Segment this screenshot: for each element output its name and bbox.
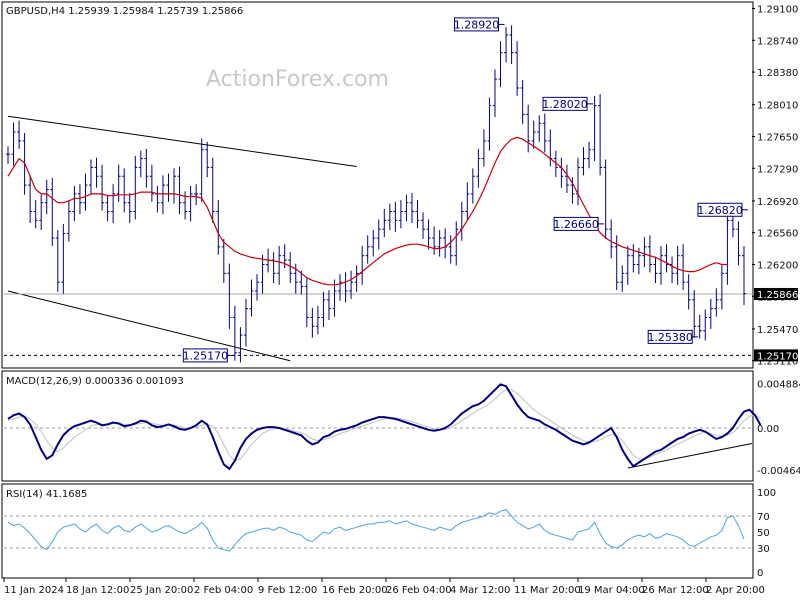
- x-tick-label: 18 Jan 12:00: [66, 585, 129, 596]
- support-price-label: 1.25170: [757, 351, 798, 362]
- y-tick-label: 1.29100: [757, 5, 798, 16]
- price-marker-label: 1.26820: [697, 204, 743, 217]
- x-tick-label: 16 Feb 20:00: [322, 585, 388, 596]
- rsi-tick-label: 0: [757, 568, 763, 579]
- price-marker-label: 1.28020: [542, 98, 588, 111]
- chart-root: ActionForex.com GBPUSD,H4 1.25939 1.2598…: [1, 1, 800, 596]
- x-tick-label: 26 Mar 12:00: [642, 585, 709, 596]
- rsi-tick-label: 100: [757, 488, 776, 499]
- x-tick-label: 25 Jan 20:00: [130, 585, 193, 596]
- price-marker-label: 1.25170: [183, 349, 229, 362]
- y-tick-label: 1.25470: [757, 325, 798, 336]
- main-panel-frame: [1, 1, 754, 369]
- rsi-tick-label: 50: [757, 528, 770, 539]
- y-tick-label: 1.28740: [757, 36, 798, 47]
- x-axis: 11 Jan 2024 18 Jan 12:00 25 Jan 20:00 2 Feb…: [3, 578, 765, 596]
- y-tick-label: 1.28380: [757, 68, 798, 79]
- x-tick-label: 11 Mar 20:00: [514, 585, 581, 596]
- macd-label: MACD(12,26,9) 0.000336 0.001093: [6, 376, 184, 387]
- price-marker-label: 1.26660: [553, 218, 599, 231]
- y-tick-label: 1.27290: [757, 164, 798, 175]
- x-tick-label: 19 Mar 04:00: [578, 585, 645, 596]
- y-axis: 1.29100 1.28740 1.28380 1.28010 1.27650 1.272…: [752, 5, 798, 368]
- x-tick-label: 11 Jan 2024: [4, 585, 64, 596]
- x-tick-label: 26 Feb 04:00: [386, 585, 452, 596]
- x-tick-label: 2 Apr 20:00: [706, 585, 765, 596]
- y-tick-label: 1.28010: [757, 101, 798, 112]
- y-tick-label: 1.27650: [757, 133, 798, 144]
- x-tick-label: 2 Feb 04:00: [194, 585, 253, 596]
- current-price-label: 1.25866: [757, 290, 798, 301]
- macd-tick-label: 0.00: [757, 424, 779, 435]
- rsi-tick-label: 70: [757, 512, 770, 523]
- rsi-tick-label: 30: [757, 544, 770, 555]
- price-marker-label: 1.25380: [647, 331, 693, 344]
- chart-title: GBPUSD,H4 1.25939 1.25984 1.25739 1.2586…: [6, 6, 243, 17]
- rsi-label: RSI(14) 41.1685: [6, 489, 87, 500]
- rsi-panel-frame: [1, 483, 754, 579]
- y-tick-label: 1.26920: [757, 197, 798, 208]
- x-tick-label: 4 Mar 12:00: [450, 585, 510, 596]
- y-tick-label: 1.26560: [757, 229, 798, 240]
- x-tick-label: 9 Feb 12:00: [258, 585, 317, 596]
- macd-panel-frame: [1, 370, 754, 482]
- y-tick-label: 1.26200: [757, 260, 798, 271]
- watermark: ActionForex.com: [206, 67, 389, 92]
- price-marker-label: 1.28920: [454, 18, 500, 31]
- macd-tick-label: -0.004645: [757, 466, 800, 477]
- macd-tick-label: 0.004884: [757, 380, 800, 391]
